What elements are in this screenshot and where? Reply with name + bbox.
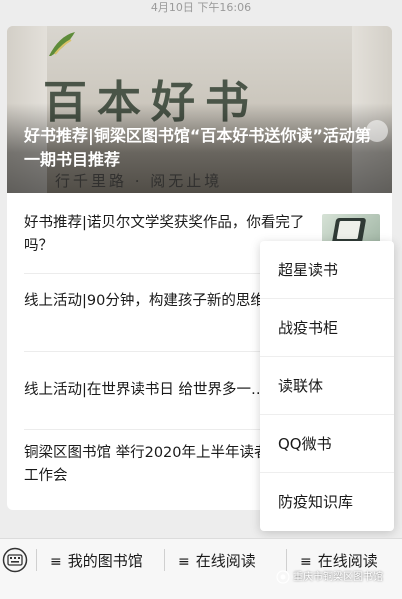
menu-icon: ≡	[178, 554, 190, 570]
leaf-logo-icon	[49, 32, 75, 56]
watermark-text: 重庆市铜梁区图书馆	[293, 572, 383, 583]
wechat-official-account-icon	[276, 570, 290, 584]
tab-my-library[interactable]: ≡ 我的图书馆	[50, 547, 143, 575]
menu-item-chaoxing-reading[interactable]: 超星读书	[260, 241, 394, 299]
scroll-indicator	[366, 120, 388, 142]
menu-icon: ≡	[50, 554, 62, 570]
menu-item-epidemic-knowledge[interactable]: 防疫知识库	[260, 473, 394, 531]
submenu-popup: 超星读书 战疫书柜 读联体 QQ微书 防疫知识库	[260, 241, 394, 531]
message-timestamp: 4月10日 下午16:06	[150, 1, 252, 14]
watermark: 重庆市铜梁区图书馆	[276, 568, 383, 588]
tab-online-reading[interactable]: ≡ 在线阅读	[178, 547, 256, 575]
menu-item-reading-alliance[interactable]: 读联体	[260, 357, 394, 415]
menu-item-qq-weishu[interactable]: QQ微书	[260, 415, 394, 473]
tab-divider	[36, 549, 37, 571]
tab-label: 在线阅读	[195, 552, 256, 570]
hero-image-subtext: 行千里路 · 阅无止境	[55, 172, 223, 190]
hero-article[interactable]: 百本好书 行千里路 · 阅无止境 好书推荐|铜梁区图书馆“百本好书送你读”活动第…	[7, 26, 392, 193]
keyboard-icon[interactable]	[2, 547, 28, 573]
tab-divider	[164, 549, 165, 571]
tab-label: 我的图书馆	[67, 552, 143, 570]
menu-item-epidemic-bookshelf[interactable]: 战疫书柜	[260, 299, 394, 357]
hero-title[interactable]: 好书推荐|铜梁区图书馆“百本好书送你读”活动第一期书目推荐	[24, 124, 384, 172]
